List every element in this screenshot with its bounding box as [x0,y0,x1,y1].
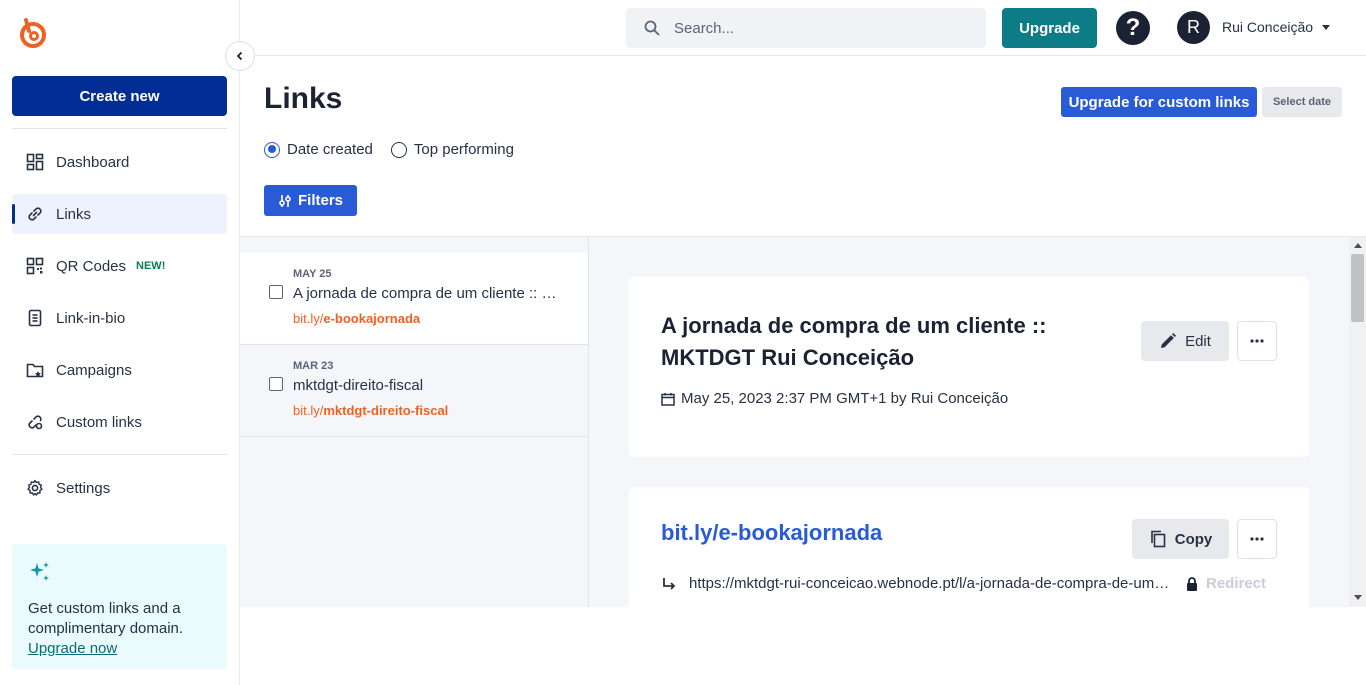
custom-links-icon [26,413,44,431]
link-icon [26,205,44,223]
links-content: MAY 25 A jornada de compra de um cliente… [240,236,1366,607]
sidebar-item-label: Settings [56,479,111,497]
lock-icon [1187,576,1197,591]
divider [12,454,227,455]
sidebar-item-label: QR Codes [56,257,127,275]
sidebar: Create new Dashboard Links QR Codes NEW!… [0,0,255,685]
edit-button[interactable]: Edit [1141,321,1229,361]
short-link[interactable]: bit.ly/e-bookajornada [661,520,882,546]
short-link-card: bit.ly/e-bookajornada Copy https://mktdg… [629,487,1309,607]
copy-icon [1150,530,1166,548]
sidebar-item-campaigns[interactable]: Campaigns [12,350,227,390]
destination-row: https://mktdgt-rui-conceicao.webnode.pt/… [661,575,1266,592]
more-options-button[interactable] [1237,321,1277,361]
list-item[interactable]: MAY 25 A jornada de compra de um cliente… [240,253,588,345]
link-detail-panel: A jornada de compra de um cliente :: MKT… [589,237,1349,607]
qr-code-icon [26,257,44,275]
scroll-down-icon[interactable] [1354,595,1362,600]
link-date: MAY 25 [293,268,332,280]
search-input[interactable] [674,19,954,37]
search-icon [644,20,660,36]
filter-sliders-icon [279,194,291,207]
upgrade-now-link[interactable]: Upgrade now [28,640,117,657]
sidebar-item-links[interactable]: Links [12,194,227,234]
short-url-domain: bit.ly/ [293,311,324,326]
links-list: MAY 25 A jornada de compra de um cliente… [240,237,589,607]
redirect-arrow-icon [663,577,676,590]
link-meta: May 25, 2023 2:37 PM GMT+1 by Rui Concei… [661,390,1008,407]
more-options-button[interactable] [1237,519,1277,559]
scroll-thumb[interactable] [1351,254,1364,322]
link-date: MAR 23 [293,360,334,372]
short-url-slug: mktdgt-direito-fiscal [323,403,449,418]
link-in-bio-icon [26,309,44,327]
sort-date-created-radio[interactable] [264,141,280,158]
upgrade-button[interactable]: Upgrade [1002,8,1097,48]
filters-label: Filters [297,192,343,209]
pencil-icon [1161,333,1177,348]
promo-text: Get custom links and a complimentary dom… [28,599,211,659]
list-item[interactable]: MAR 23 mktdgt-direito-fiscal bit.ly/mktd… [240,345,588,437]
sort-top-performing-label[interactable]: Top performing [414,141,514,158]
link-detail-title: A jornada de compra de um cliente :: MKT… [661,313,1047,370]
top-bar: Upgrade ? R Rui Conceição [240,0,1366,56]
sidebar-item-settings[interactable]: Settings [12,468,227,508]
bitly-logo-icon[interactable] [16,16,50,50]
scrollbar[interactable] [1349,237,1366,607]
divider [12,128,227,129]
sparkles-icon [30,562,49,581]
new-badge: NEW! [136,260,166,272]
promo-message: Get custom links and a complimentary dom… [28,600,184,637]
redirect-label: Redirect [1206,575,1267,592]
link-title[interactable]: mktdgt-direito-fiscal [293,377,568,394]
sidebar-item-qr-codes[interactable]: QR Codes NEW! [12,246,227,286]
link-checkbox[interactable] [269,377,283,391]
short-url-domain: bit.ly/ [293,403,324,418]
collapse-sidebar-button[interactable] [225,41,255,71]
edit-label: Edit [1185,332,1211,350]
sidebar-item-label: Custom links [56,413,142,431]
link-summary-card: A jornada de compra de um cliente :: MKT… [629,277,1309,457]
copy-label: Copy [1174,530,1213,548]
sort-date-created-label[interactable]: Date created [287,141,373,158]
chevron-left-icon [236,51,243,61]
upgrade-custom-links-button[interactable]: Upgrade for custom links [1061,87,1257,117]
avatar[interactable]: R [1177,11,1210,44]
user-menu[interactable]: Rui Conceição [1222,19,1313,35]
sort-top-performing-radio[interactable] [390,141,407,158]
campaigns-folder-icon [26,361,44,379]
scroll-up-icon[interactable] [1354,243,1362,248]
sidebar-item-custom-links[interactable]: Custom links [12,402,227,442]
select-date-button[interactable]: Select date [1262,87,1342,117]
link-created-meta: May 25, 2023 2:37 PM GMT+1 by Rui Concei… [681,390,1009,407]
sidebar-item-label: Dashboard [56,153,130,171]
sidebar-item-label: Campaigns [56,361,132,379]
sidebar-item-label: Links [56,205,92,223]
copy-button[interactable]: Copy [1132,519,1229,559]
sidebar-item-label: Link-in-bio [56,309,126,327]
more-horizontal-icon [1250,537,1264,541]
sidebar-item-dashboard[interactable]: Dashboard [12,142,227,182]
help-icon[interactable]: ? [1116,11,1150,45]
calendar-icon [661,392,675,406]
link-short-url[interactable]: bit.ly/e-bookajornada [293,311,420,326]
sort-options: Date created Top performing [264,141,514,158]
link-checkbox[interactable] [269,285,283,299]
search-box[interactable] [626,8,986,48]
upgrade-promo: Get custom links and a complimentary dom… [12,544,227,669]
filters-button[interactable]: Filters [264,185,357,216]
destination-url[interactable]: https://mktdgt-rui-conceicao.webnode.pt/… [689,575,1172,592]
create-new-button[interactable]: Create new [12,76,227,116]
chevron-down-icon[interactable] [1322,25,1330,30]
sidebar-item-link-in-bio[interactable]: Link-in-bio [12,298,227,338]
link-short-url[interactable]: bit.ly/mktdgt-direito-fiscal [293,403,448,418]
gear-icon [26,479,44,497]
page-title: Links [264,82,343,115]
link-title[interactable]: A jornada de compra de um cliente :: MKT… [293,285,568,302]
dashboard-icon [26,153,44,171]
short-url-slug: e-bookajornada [323,311,421,326]
more-horizontal-icon [1250,339,1264,343]
